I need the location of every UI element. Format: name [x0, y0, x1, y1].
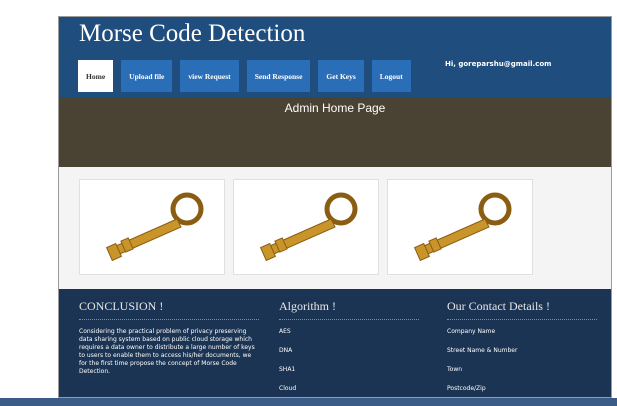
browser-window: Morse Code Detection Home Upload file vi… [58, 16, 612, 398]
golden-key-icon [413, 192, 512, 262]
page-banner: Admin Home Page [59, 97, 611, 167]
footer-conclusion: CONCLUSION ! Considering the practical p… [79, 299, 259, 376]
key-image-card [79, 179, 225, 275]
contact-item: Company Name [447, 328, 496, 335]
golden-key-icon [105, 192, 204, 262]
conclusion-heading: CONCLUSION ! [79, 299, 259, 320]
footer-algorithm: Algorithm ! AES DNA SHA1 Cloud [279, 299, 419, 397]
nav-send-response[interactable]: Send Response [246, 60, 311, 92]
algorithm-heading: Algorithm ! [279, 299, 419, 320]
site-title: Morse Code Detection [79, 20, 306, 47]
page-title: Admin Home Page [284, 101, 386, 115]
site-header: Morse Code Detection Home Upload file vi… [59, 17, 611, 97]
algorithm-list: AES DNA SHA1 Cloud [279, 328, 419, 397]
nav-logout[interactable]: Logout [371, 60, 411, 92]
contact-item: Postcode/Zip [447, 385, 486, 392]
nav-upload-file[interactable]: Upload file [121, 60, 173, 92]
contact-heading: Our Contact Details ! [447, 299, 597, 320]
page: Morse Code Detection Home Upload file vi… [0, 0, 617, 406]
golden-key-icon [259, 192, 358, 262]
key-image-card [233, 179, 379, 275]
footer-contact: Our Contact Details ! Company Name Stree… [447, 299, 597, 397]
main-nav: Home Upload file view Request Send Respo… [78, 60, 419, 92]
algorithm-item: SHA1 [279, 366, 296, 373]
contact-item: Town [447, 366, 463, 373]
algorithm-item: DNA [279, 347, 293, 354]
algorithm-item: AES [279, 328, 291, 335]
site-footer: CONCLUSION ! Considering the practical p… [59, 289, 611, 397]
contact-item: Street Name & Number [447, 347, 518, 354]
user-greeting: Hi, goreparshu@gmail.com [445, 60, 552, 68]
os-taskbar [0, 398, 617, 406]
key-image-card [387, 179, 533, 275]
nav-get-keys[interactable]: Get Keys [318, 60, 364, 92]
content-area [59, 167, 611, 289]
nav-view-request[interactable]: view Request [180, 60, 239, 92]
contact-list: Company Name Street Name & Number Town P… [447, 328, 597, 397]
conclusion-text: Considering the practical problem of pri… [79, 328, 255, 375]
nav-home[interactable]: Home [78, 60, 114, 92]
algorithm-item: Cloud [279, 385, 297, 392]
